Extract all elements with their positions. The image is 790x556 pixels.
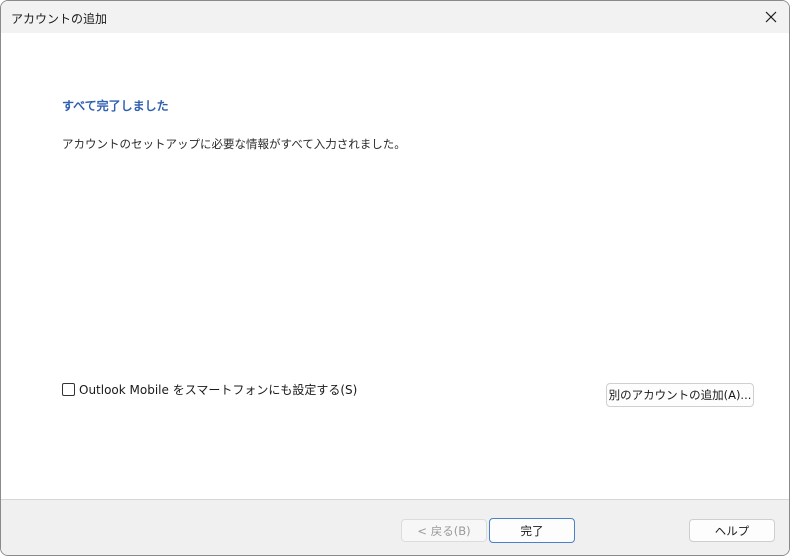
close-icon <box>765 11 777 23</box>
add-another-account-button[interactable]: 別のアカウントの追加(A)... <box>606 383 754 407</box>
back-button[interactable]: < 戻る(B) <box>401 519 487 542</box>
completion-description: アカウントのセットアップに必要な情報がすべて入力されました。 <box>62 137 406 151</box>
window-title: アカウントの追加 <box>11 12 108 26</box>
account-add-dialog: アカウントの追加 すべて完了しました アカウントのセットアップに必要な情報がすべ… <box>0 0 790 556</box>
title-bar: アカウントの追加 <box>1 1 789 33</box>
dialog-footer: < 戻る(B) 完了 ヘルプ <box>1 499 789 555</box>
outlook-mobile-checkbox[interactable] <box>62 382 75 396</box>
finish-button[interactable]: 完了 <box>489 518 575 543</box>
help-button[interactable]: ヘルプ <box>689 519 775 542</box>
outlook-mobile-option[interactable]: Outlook Mobile をスマートフォンにも設定する(S) <box>62 381 357 397</box>
page-heading: すべて完了しました <box>62 99 169 113</box>
close-button[interactable] <box>759 5 783 29</box>
outlook-mobile-checkbox-label[interactable]: Outlook Mobile をスマートフォンにも設定する(S) <box>79 381 357 398</box>
dialog-content: すべて完了しました アカウントのセットアップに必要な情報がすべて入力されました。… <box>1 33 789 499</box>
